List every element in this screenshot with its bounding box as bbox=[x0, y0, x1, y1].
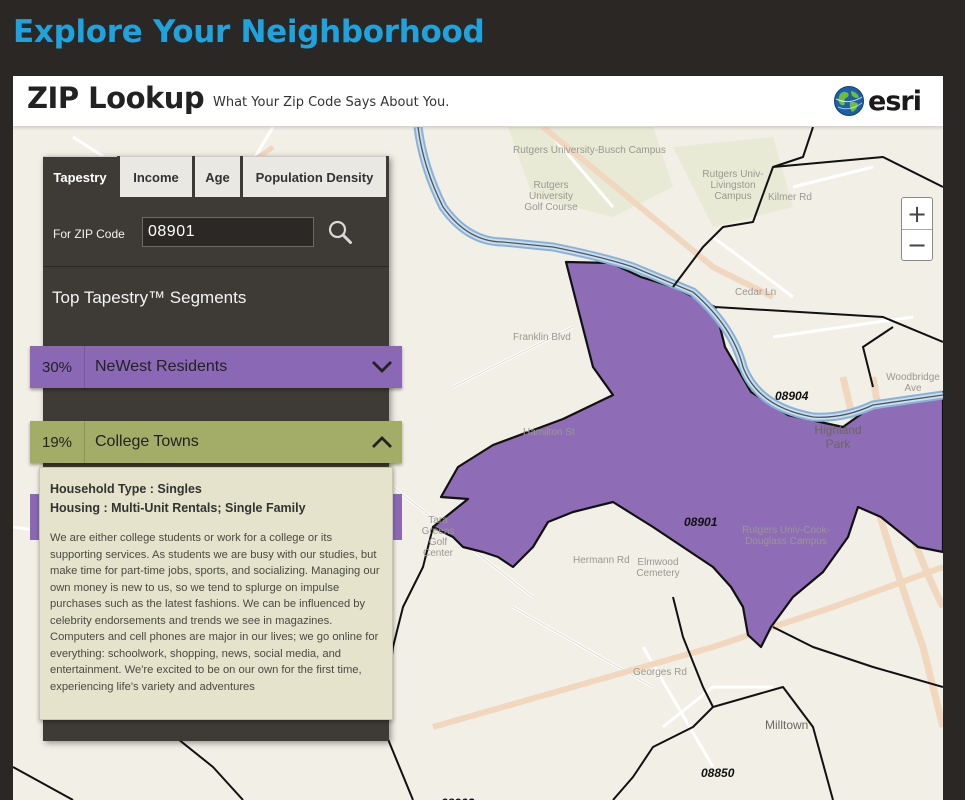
housing-type: Housing : Multi-Unit Rentals; Single Fam… bbox=[50, 501, 306, 515]
search-icon[interactable] bbox=[327, 219, 353, 245]
road-label: Woodbridge Ave bbox=[886, 372, 940, 394]
zip-code-input[interactable] bbox=[142, 217, 314, 247]
map-feature-label: Rutgers Univ-Livingston Campus bbox=[702, 169, 764, 202]
segment-percent: 30% bbox=[30, 346, 85, 388]
map-feature-label: Rutgers University-Busch Campus bbox=[513, 145, 666, 156]
zip-label-08902: 08902 bbox=[441, 796, 474, 800]
zoom-control: + − bbox=[901, 197, 933, 261]
segment-percent: 19% bbox=[30, 421, 85, 463]
road-label: Franklin Blvd bbox=[513, 332, 571, 343]
segment-description: We are either college students or work f… bbox=[50, 532, 380, 693]
segment-college-towns[interactable]: 19% College Towns bbox=[30, 421, 402, 463]
zip-code-label: For ZIP Code bbox=[53, 227, 125, 241]
road-label: Kilmer Rd bbox=[768, 192, 812, 203]
app-title: ZIP Lookup bbox=[27, 81, 205, 115]
tab-tapestry[interactable]: Tapestry bbox=[43, 156, 117, 197]
page-heading: Explore Your Neighborhood bbox=[13, 14, 485, 50]
esri-logo[interactable]: esri bbox=[833, 85, 922, 117]
tab-bar: Tapestry Income Age Population Density bbox=[43, 156, 389, 197]
zip-label-08904: 08904 bbox=[775, 389, 809, 403]
zip-search-row: For ZIP Code bbox=[43, 197, 389, 267]
segments-title: Top Tapestry™ Segments bbox=[52, 288, 247, 307]
segment-name: NeWest Residents bbox=[95, 358, 228, 375]
segment-detail-card: Household Type : Singles Housing : Multi… bbox=[39, 467, 393, 720]
zip-label-08901: 08901 bbox=[684, 515, 718, 529]
map-feature-label: Elmwood Cemetery bbox=[636, 557, 680, 579]
segment-newest-residents[interactable]: 30% NeWest Residents bbox=[30, 346, 402, 388]
zip-label-08850: 08850 bbox=[701, 766, 735, 780]
household-type: Household Type : Singles bbox=[50, 482, 202, 496]
esri-wordmark: esri bbox=[868, 85, 922, 117]
road-label: Hermann Rd bbox=[573, 555, 630, 566]
map-feature-label: Tara Greens Golf Center bbox=[421, 515, 455, 559]
tab-age[interactable]: Age bbox=[195, 156, 240, 197]
map-feature-label: Rutgers University Golf Course bbox=[524, 180, 578, 213]
place-label-highland-park: Highland Park bbox=[814, 423, 862, 451]
map-feature-label: Rutgers Univ-Cook-Douglass Campus bbox=[742, 525, 830, 547]
chevron-up-icon[interactable] bbox=[362, 421, 402, 463]
road-label: Georges Rd bbox=[633, 667, 687, 678]
app-header: ZIP Lookup What Your Zip Code Says About… bbox=[13, 76, 943, 127]
segment-name: College Towns bbox=[95, 433, 199, 450]
road-label: Hamilton St bbox=[523, 427, 575, 438]
road-label: Cedar Ln bbox=[735, 287, 777, 298]
tapestry-panel: Tapestry Income Age Population Density F… bbox=[30, 156, 402, 741]
zoom-in-button[interactable]: + bbox=[902, 198, 932, 229]
place-label-milltown: Milltown bbox=[765, 718, 809, 732]
app-tagline: What Your Zip Code Says About You. bbox=[213, 95, 450, 110]
zip-lookup-app: ZIP Lookup What Your Zip Code Says About… bbox=[13, 76, 943, 800]
tab-population-density[interactable]: Population Density bbox=[243, 156, 386, 197]
zoom-out-button[interactable]: − bbox=[902, 229, 932, 260]
tab-income[interactable]: Income bbox=[120, 156, 192, 197]
globe-icon bbox=[834, 86, 865, 116]
chevron-down-icon[interactable] bbox=[362, 346, 402, 388]
